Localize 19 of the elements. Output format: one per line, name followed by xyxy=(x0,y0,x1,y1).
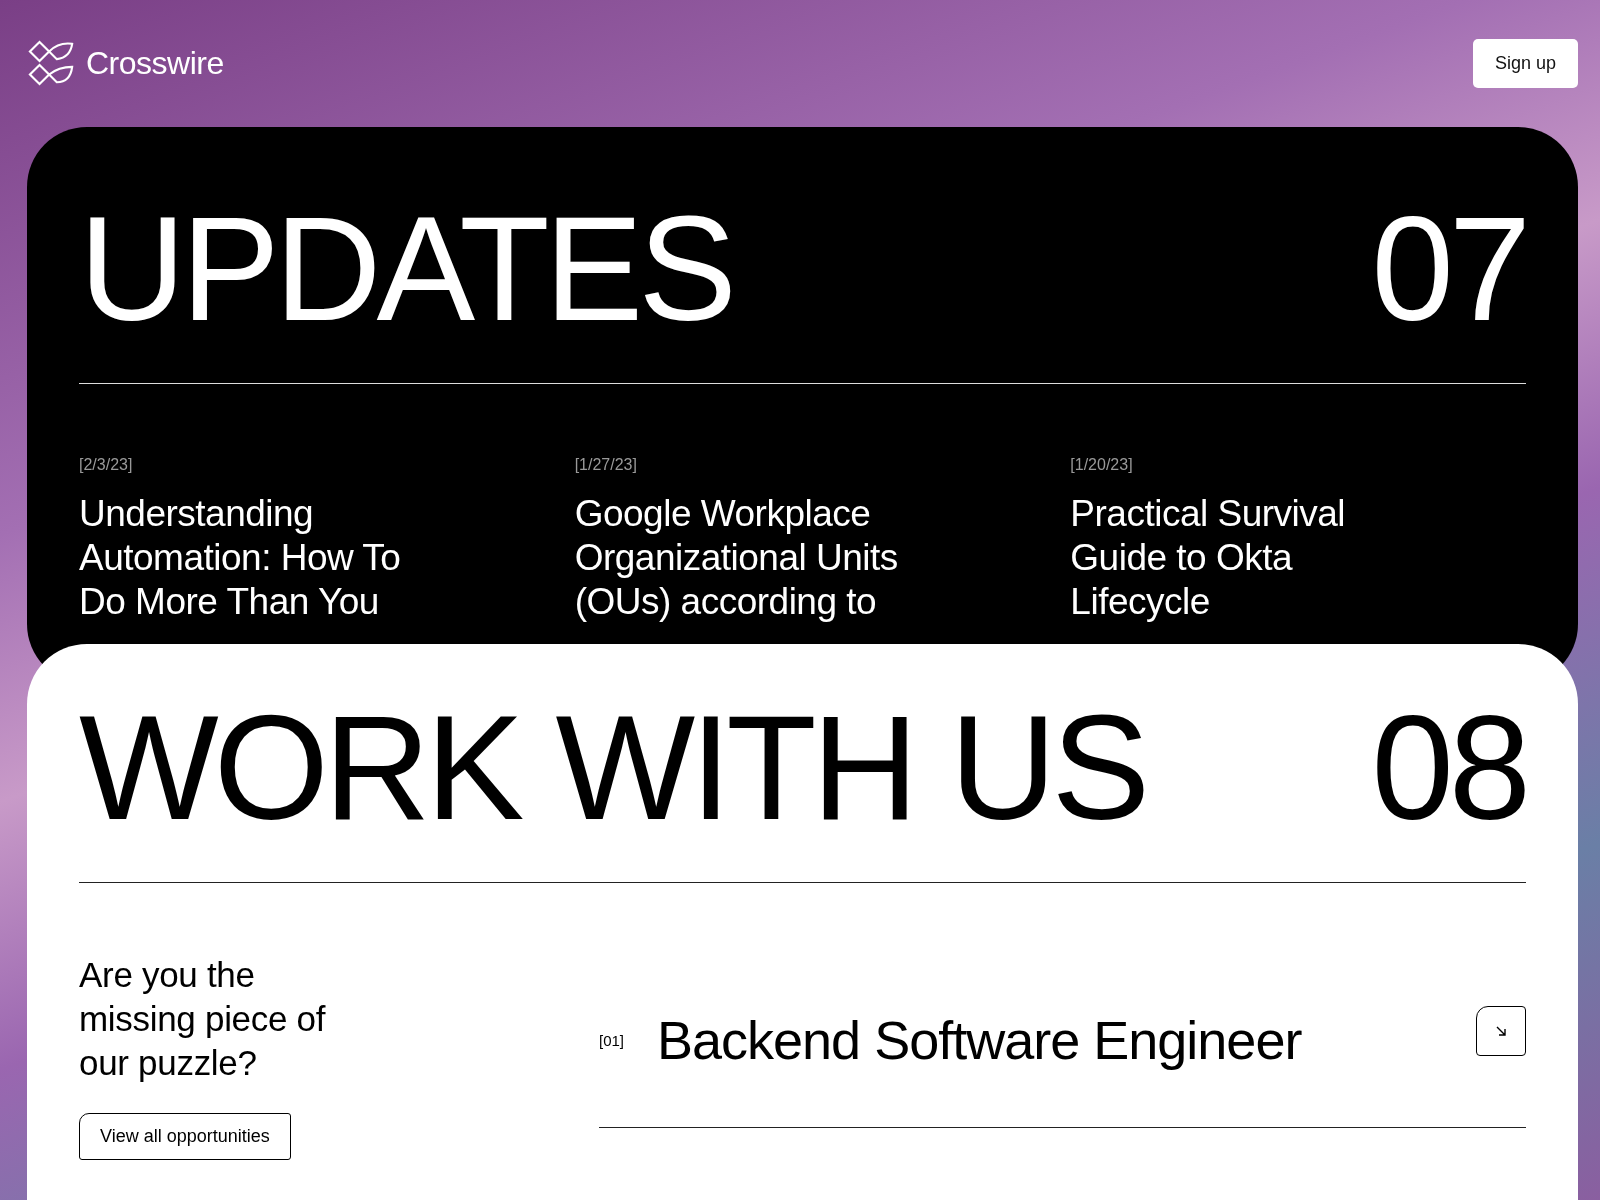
post-date: [2/3/23] xyxy=(79,456,134,474)
post-date: [1/27/23] xyxy=(574,456,638,474)
arrow-down-right-icon xyxy=(1495,1025,1507,1037)
post-title-link[interactable]: Google Workplace Organizational Units (OUs) according to xyxy=(574,492,925,624)
job-open-button[interactable] xyxy=(1476,1006,1526,1056)
tagline: Are you the missing piece of our puzzle? xyxy=(79,954,327,1084)
section-number: 08 xyxy=(1371,694,1526,842)
view-opportunities-button[interactable]: View all opportunities xyxy=(79,1113,291,1160)
crossed-diamonds-icon xyxy=(28,39,76,87)
post-date: [1/20/23] xyxy=(1070,456,1134,474)
brand-logo[interactable]: Crosswire xyxy=(28,39,224,87)
section-title: UPDATES xyxy=(79,195,733,343)
job-index: [01] xyxy=(599,1031,626,1049)
post-title-link[interactable]: Understanding Automation: How To Do More Than You xyxy=(79,492,429,624)
section-title: WORK WITH US xyxy=(79,694,1146,842)
section-number: 07 xyxy=(1371,195,1526,343)
post-title-link[interactable]: Practical Survival Guide to Okta Lifecycle xyxy=(1070,492,1421,624)
job-title-link[interactable]: Backend Software Engineer xyxy=(657,1009,1476,1071)
sign-up-button[interactable]: Sign up xyxy=(1472,38,1578,88)
